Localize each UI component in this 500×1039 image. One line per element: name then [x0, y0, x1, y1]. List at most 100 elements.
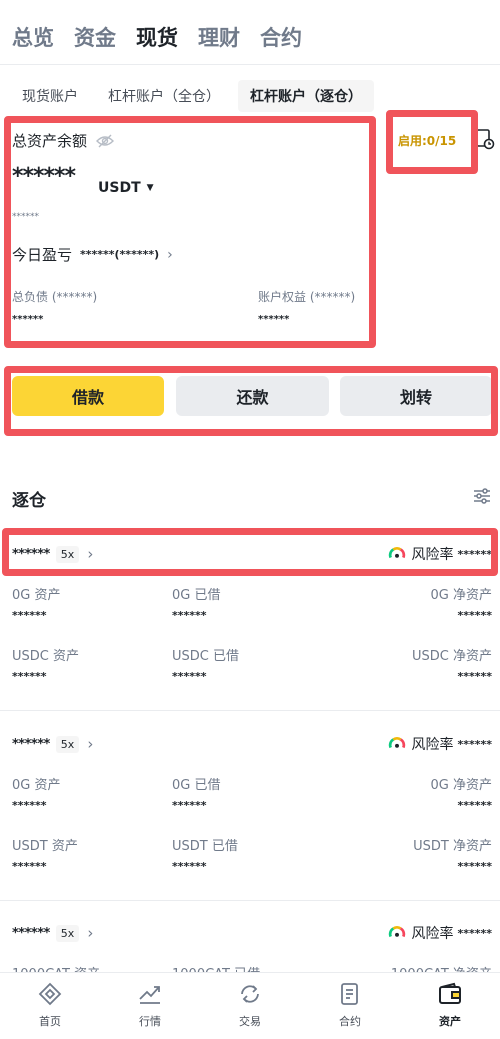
- nav-trade[interactable]: 交易: [200, 973, 300, 1039]
- borrowed-value: ******: [172, 860, 207, 873]
- section-title: 逐仓: [12, 491, 46, 511]
- asset-label: 0G 资产: [12, 778, 61, 793]
- trade-swap-icon: [241, 985, 259, 1003]
- net-asset-value: ******: [457, 670, 492, 683]
- currency-label: USDT: [98, 180, 141, 196]
- risk-gauge-icon: [389, 547, 406, 559]
- risk-value: ******: [457, 926, 492, 940]
- borrowed-label: 0G 已借: [172, 588, 221, 603]
- risk-ratio: 风险率 ******: [388, 544, 492, 564]
- borrowed-value: ******: [172, 799, 207, 812]
- top-tabs: 总览 资金 现货 理财 合约: [12, 22, 302, 52]
- risk-ratio: 风险率 ******: [388, 923, 492, 943]
- pnl-label: 今日盈亏: [12, 246, 73, 264]
- borrowed-value: ******: [172, 670, 207, 683]
- net-asset-value: ******: [457, 860, 492, 873]
- asset-value: ******: [12, 799, 47, 812]
- asset-value: ******: [12, 609, 47, 622]
- borrowed-value: ******: [172, 609, 207, 622]
- subtab-cross-margin[interactable]: 杠杆账户（全仓）: [96, 80, 232, 112]
- nav-label: 合约: [339, 1015, 361, 1028]
- asset-value: ******: [12, 670, 47, 683]
- balance-title: 总资产余额: [12, 132, 88, 150]
- chevron-right-icon: ›: [87, 545, 94, 563]
- table-row: 0G 资产 ****** 0G 已借 ****** 0G 净资产 ******: [12, 774, 492, 812]
- nav-futures[interactable]: 合约: [300, 973, 400, 1039]
- borrowed-label: USDT 已借: [172, 839, 238, 854]
- borrow-button[interactable]: 借款: [12, 376, 164, 416]
- risk-value: ******: [457, 737, 492, 751]
- tab-funding[interactable]: 资金: [74, 22, 116, 52]
- currency-selector[interactable]: USDT ▼: [98, 180, 154, 196]
- equity-value: ******: [258, 314, 290, 325]
- nav-label: 首页: [39, 1015, 61, 1028]
- nav-assets[interactable]: 资产: [400, 973, 500, 1039]
- chevron-right-icon: ›: [167, 246, 173, 263]
- transfer-button[interactable]: 划转: [340, 376, 492, 416]
- risk-gauge-icon: [389, 737, 406, 749]
- divider: [0, 710, 500, 711]
- net-asset-label: 0G 净资产: [430, 778, 492, 793]
- liability-label: 总负债 (******): [12, 290, 98, 304]
- leverage-badge: 5x: [55, 545, 80, 563]
- balance-amount: ******: [12, 164, 76, 189]
- nav-label: 行情: [139, 1015, 161, 1028]
- divider: [0, 64, 500, 65]
- nav-label: 资产: [439, 1015, 461, 1028]
- pair-card-header[interactable]: ****** 5x › 风险率 ******: [12, 922, 492, 944]
- history-icon[interactable]: [474, 128, 496, 150]
- net-asset-value: ******: [457, 609, 492, 622]
- asset-label: USDC 资产: [12, 649, 79, 664]
- divider: [0, 900, 500, 901]
- asset-value: ******: [12, 860, 47, 873]
- pnl-row[interactable]: 今日盈亏 ******(******) ›: [12, 244, 173, 265]
- leverage-badge: 5x: [55, 735, 80, 753]
- risk-value: ******: [457, 547, 492, 561]
- pair-card-header[interactable]: ****** 5x › 风险率 ******: [12, 733, 492, 755]
- borrowed-label: USDC 已借: [172, 649, 239, 664]
- net-asset-label: 0G 净资产: [430, 588, 492, 603]
- nav-markets[interactable]: 行情: [100, 973, 200, 1039]
- risk-label: 风险率: [411, 737, 454, 753]
- subtab-spot-account[interactable]: 现货账户: [10, 80, 90, 112]
- repay-button[interactable]: 还款: [176, 376, 329, 416]
- borrowed-label: 0G 已借: [172, 778, 221, 793]
- bottom-nav: 首页 行情 交易 合约 资产: [0, 972, 500, 1039]
- equity-label: 账户权益 (******): [258, 290, 356, 304]
- caret-down-icon: ▼: [146, 183, 154, 193]
- account-tabs: 现货账户 杠杆账户（全仓） 杠杆账户（逐仓）: [10, 80, 374, 112]
- pair-card-header[interactable]: ****** 5x › 风险率 ******: [12, 543, 492, 565]
- wallet-icon: [439, 982, 461, 1004]
- risk-gauge-icon: [389, 926, 406, 938]
- asset-label: 0G 资产: [12, 588, 61, 603]
- enabled-count[interactable]: 启用:0/15: [398, 132, 456, 149]
- tab-earn[interactable]: 理财: [198, 22, 240, 52]
- eye-hidden-icon[interactable]: [95, 133, 115, 149]
- chevron-right-icon: ›: [87, 924, 94, 942]
- tab-futures[interactable]: 合约: [260, 22, 302, 52]
- table-row: USDT 资产 ****** USDT 已借 ****** USDT 净资产 ****…: [12, 835, 492, 873]
- risk-label: 风险率: [411, 926, 454, 942]
- net-asset-label: USDT 净资产: [413, 839, 492, 854]
- tab-overview[interactable]: 总览: [12, 22, 54, 52]
- pnl-value: ******(******): [80, 248, 160, 261]
- subtab-isolated-margin[interactable]: 杠杆账户（逐仓）: [238, 80, 374, 112]
- nav-home[interactable]: 首页: [0, 973, 100, 1039]
- nav-label: 交易: [239, 1015, 261, 1028]
- net-asset-value: ******: [457, 799, 492, 812]
- home-icon: [38, 982, 62, 1006]
- pair-name: ******: [12, 925, 50, 941]
- pair-name: ******: [12, 546, 50, 562]
- balance-title-row: 总资产余额: [12, 130, 115, 151]
- asset-label: USDT 资产: [12, 839, 78, 854]
- liability-value: ******: [12, 314, 44, 325]
- risk-label: 风险率: [411, 547, 454, 563]
- net-asset-label: USDC 净资产: [412, 649, 492, 664]
- tab-spot[interactable]: 现货: [136, 22, 178, 52]
- balance-fiat: ******: [12, 212, 39, 222]
- filter-sliders-icon[interactable]: [472, 486, 492, 506]
- leverage-badge: 5x: [55, 924, 80, 942]
- risk-ratio: 风险率 ******: [388, 734, 492, 754]
- pair-name: ******: [12, 736, 50, 752]
- table-row: 0G 资产 ****** 0G 已借 ****** 0G 净资产 ******: [12, 584, 492, 622]
